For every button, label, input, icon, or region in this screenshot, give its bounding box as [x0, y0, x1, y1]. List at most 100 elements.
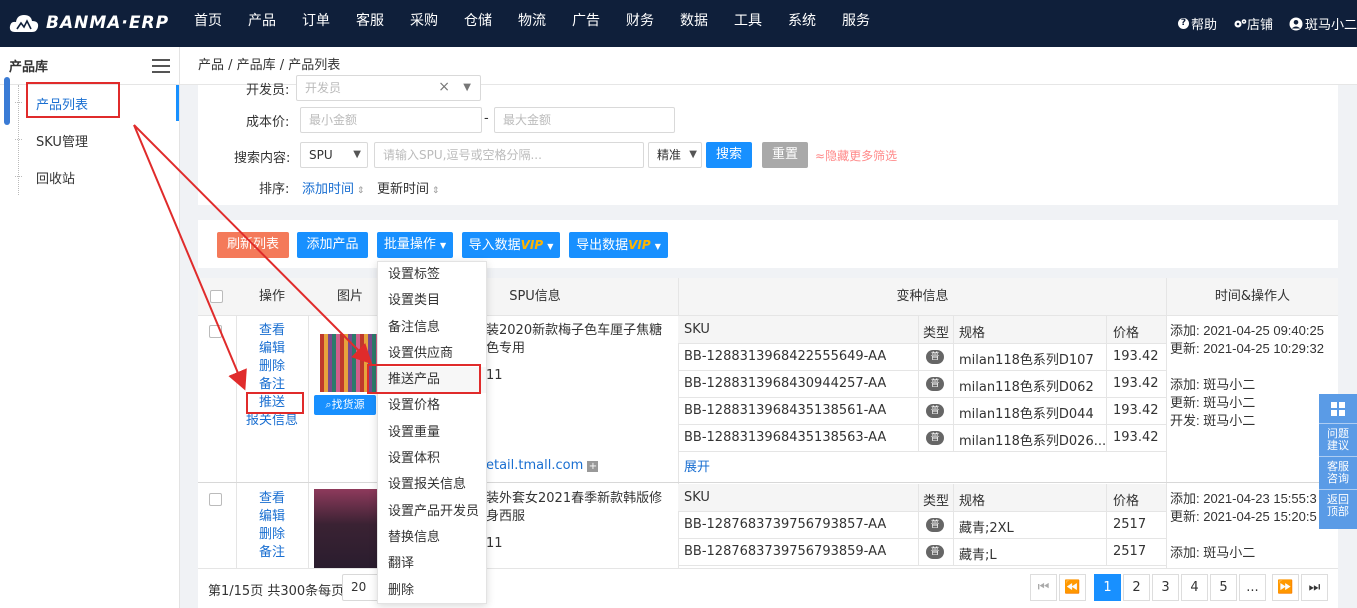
- variant-header-price: 价格: [1113, 326, 1140, 341]
- highlight-box: [246, 392, 304, 414]
- variant-row-divider: [678, 424, 1166, 425]
- page-number-button[interactable]: 2: [1123, 574, 1150, 601]
- sort-updated-time[interactable]: 更新时间 ⇕: [377, 178, 439, 197]
- search-button[interactable]: 搜索: [706, 142, 752, 168]
- filter-panel: 开发员: 开发员 × ▼ 成本价: 最小金额 - 最大金额 搜索内容: SPU …: [198, 75, 1338, 205]
- sort-icon: ⇕: [429, 186, 440, 196]
- brand-logo[interactable]: BANMA·ERP: [8, 10, 169, 36]
- row-action-link[interactable]: 报关信息: [236, 412, 308, 430]
- nav-item[interactable]: 首页: [194, 0, 222, 47]
- reset-button[interactable]: 重置: [762, 142, 808, 168]
- product-thumbnail[interactable]: [314, 489, 377, 568]
- batch-menu-item[interactable]: 设置产品开发员: [378, 499, 486, 525]
- sort-added-label: 添加时间: [302, 182, 355, 197]
- expand-icon[interactable]: +: [587, 461, 599, 472]
- developer-select[interactable]: 开发员 × ▼: [296, 75, 481, 101]
- grid-icon[interactable]: [1319, 394, 1357, 424]
- nav-item[interactable]: 产品: [248, 0, 276, 47]
- search-field-select[interactable]: SPU ▼: [300, 142, 368, 168]
- sidebar-item-sku[interactable]: SKU管理: [36, 131, 88, 150]
- page-number-button[interactable]: 5: [1210, 574, 1237, 601]
- batch-menu-item[interactable]: 删除: [378, 578, 486, 604]
- support-button[interactable]: 客服咨询: [1319, 457, 1357, 490]
- search-input[interactable]: 请输入SPU,逗号或空格分隔...: [374, 142, 644, 168]
- sidebar-scroll-indicator[interactable]: [4, 77, 10, 125]
- vip-badge: VIP: [628, 238, 651, 252]
- row-action-link[interactable]: 编辑: [236, 508, 308, 526]
- row-checkbox[interactable]: [209, 325, 222, 338]
- row-action-link[interactable]: 查看: [236, 490, 308, 508]
- col-divider: [308, 316, 309, 568]
- sidebar-title: 产品库: [9, 60, 49, 75]
- spu-link-text: etail.tmall.com: [486, 458, 584, 473]
- nav-item[interactable]: 服务: [842, 0, 870, 47]
- row-action-link[interactable]: 备注: [236, 544, 308, 562]
- vip-badge: VIP: [520, 238, 544, 252]
- page-summary: 第1/15页 共300条每页: [208, 584, 345, 599]
- last-page-button[interactable]: ⏭: [1301, 574, 1328, 601]
- row-checkbox[interactable]: [209, 493, 222, 506]
- nav-item[interactable]: 物流: [518, 0, 546, 47]
- tree-branch: [15, 139, 22, 140]
- add-product-button[interactable]: 添加产品: [297, 232, 368, 258]
- nav-item[interactable]: 工具: [734, 0, 762, 47]
- page-number-button[interactable]: ...: [1239, 574, 1266, 601]
- sort-added-time[interactable]: 添加时间 ⇕: [302, 178, 364, 197]
- variant-row-divider: [678, 370, 1166, 371]
- first-page-button[interactable]: ⏮: [1030, 574, 1057, 601]
- help-label: 帮助: [1190, 18, 1217, 33]
- sidebar-header: 产品库: [0, 47, 179, 85]
- select-all-checkbox[interactable]: [210, 290, 223, 303]
- prev-page-button[interactable]: ⏪: [1059, 574, 1086, 601]
- batch-menu-item[interactable]: 翻译: [378, 551, 486, 577]
- nav-item[interactable]: 数据: [680, 0, 708, 47]
- batch-menu-item[interactable]: 设置类目: [378, 288, 486, 314]
- menu-toggle-icon[interactable]: [152, 58, 170, 73]
- batch-ops-button[interactable]: 批量操作 ▼: [377, 232, 453, 258]
- batch-menu-item[interactable]: 设置标签: [378, 262, 486, 288]
- row-action-link[interactable]: 查看: [236, 322, 308, 340]
- nav-item[interactable]: 订单: [302, 0, 330, 47]
- user-menu[interactable]: 斑马小二: [1289, 14, 1357, 33]
- nav-item[interactable]: 客服: [356, 0, 384, 47]
- batch-menu-item[interactable]: 备注信息: [378, 315, 486, 341]
- nav-item[interactable]: 采购: [410, 0, 438, 47]
- import-data-button[interactable]: 导入数据VIP ▼: [462, 232, 560, 258]
- variant-type-badge: 普: [926, 377, 944, 391]
- expand-variants-link[interactable]: 展开: [684, 456, 710, 475]
- batch-menu-item[interactable]: 设置价格: [378, 393, 486, 419]
- batch-menu-item[interactable]: 替换信息: [378, 525, 486, 551]
- page-number-button[interactable]: 4: [1181, 574, 1208, 601]
- batch-menu-item[interactable]: 设置重量: [378, 420, 486, 446]
- nav-item[interactable]: 财务: [626, 0, 654, 47]
- toggle-more-filters[interactable]: ≈隐藏更多筛选: [815, 147, 897, 164]
- next-page-button[interactable]: ⏩: [1272, 574, 1299, 601]
- nav-item[interactable]: 系统: [788, 0, 816, 47]
- batch-menu-item[interactable]: 设置报关信息: [378, 472, 486, 498]
- min-cost-input[interactable]: 最小金额: [300, 107, 482, 133]
- match-mode-select[interactable]: 精准 ▼: [648, 142, 702, 168]
- sidebar-item-recycle[interactable]: 回收站: [36, 168, 75, 187]
- nav-item[interactable]: 广告: [572, 0, 600, 47]
- search-label: 搜索内容:: [234, 151, 291, 166]
- page-number-button[interactable]: 1: [1094, 574, 1121, 601]
- batch-menu-item[interactable]: 设置体积: [378, 446, 486, 472]
- back-to-top-button[interactable]: 返回顶部: [1319, 490, 1357, 522]
- help-link[interactable]: ? 帮助: [1177, 14, 1217, 33]
- page-size-select[interactable]: 20 ▼: [342, 574, 382, 601]
- clear-icon[interactable]: ×: [438, 75, 450, 99]
- nav-item[interactable]: 仓储: [464, 0, 492, 47]
- spu-link[interactable]: etail.tmall.com +: [486, 458, 599, 473]
- max-cost-input[interactable]: 最大金额: [494, 107, 675, 133]
- page-number-button[interactable]: 3: [1152, 574, 1179, 601]
- row-action-link[interactable]: 编辑: [236, 340, 308, 358]
- refresh-list-button[interactable]: 刷新列表: [217, 232, 289, 258]
- row-action-link[interactable]: 删除: [236, 526, 308, 544]
- export-data-button[interactable]: 导出数据VIP ▼: [569, 232, 668, 258]
- variant-header-sku: SKU: [684, 322, 710, 337]
- feedback-button[interactable]: 问题建议: [1319, 424, 1357, 457]
- find-source-button[interactable]: ⌕找货源: [314, 395, 376, 415]
- developer-label: 开发员:: [246, 83, 290, 98]
- row-action-link[interactable]: 删除: [236, 358, 308, 376]
- store-link[interactable]: 店铺: [1233, 14, 1273, 33]
